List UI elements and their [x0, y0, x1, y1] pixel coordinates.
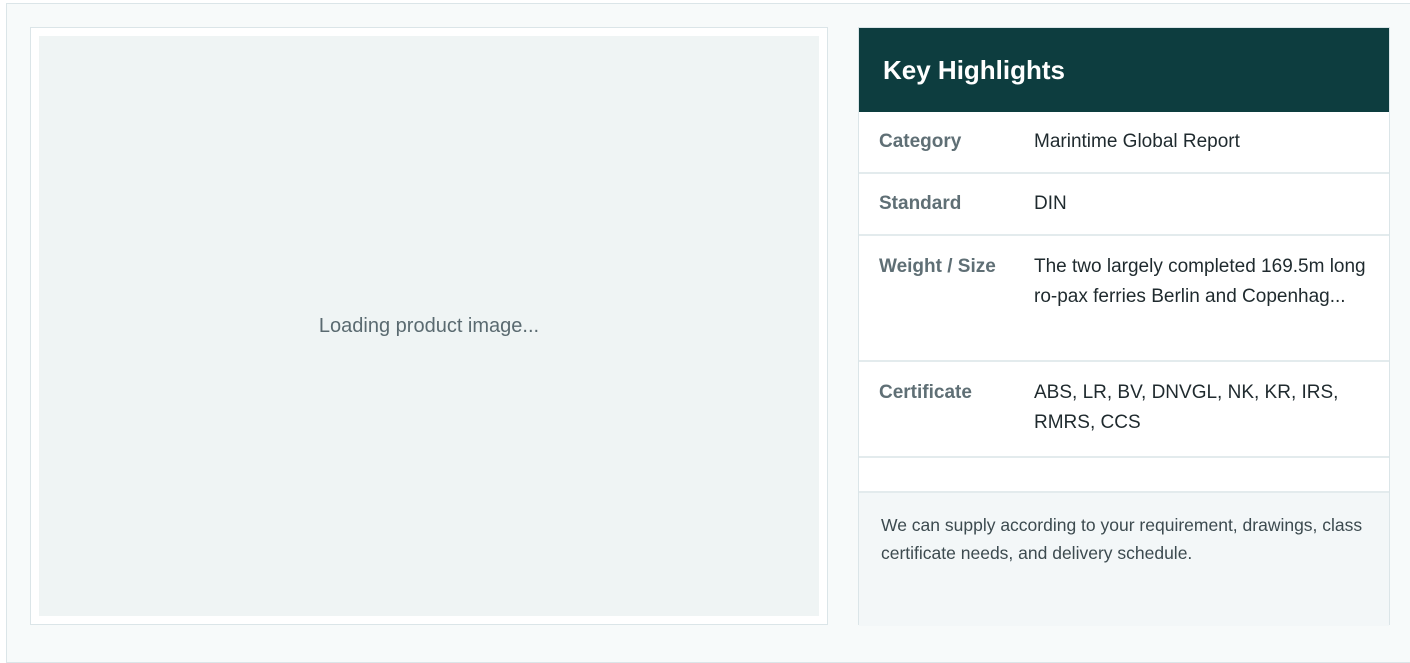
- highlights-title: Key Highlights: [883, 54, 1066, 85]
- highlight-row-weight-size: Weight / Size The two largely completed …: [859, 236, 1389, 362]
- highlight-value: ABS, LR, BV, DNVGL, NK, KR, IRS, RMRS, C…: [1034, 382, 1339, 433]
- highlight-label: Standard: [879, 193, 962, 214]
- highlight-row-empty: [859, 458, 1389, 493]
- highlight-label: Weight / Size: [879, 256, 996, 277]
- highlight-label: Category: [879, 131, 962, 152]
- highlight-row-category: Category Marintime Global Report: [859, 112, 1389, 174]
- highlight-label: Certificate: [879, 382, 972, 403]
- product-section: Loading product image... Key Highlights …: [6, 3, 1410, 663]
- product-image-panel: Loading product image...: [30, 27, 828, 625]
- highlights-header: Key Highlights: [859, 28, 1389, 112]
- supply-note: We can supply according to your requirem…: [859, 493, 1389, 626]
- highlight-value: DIN: [1034, 193, 1067, 214]
- loading-text: Loading product image...: [318, 314, 540, 337]
- highlight-row-standard: Standard DIN: [859, 174, 1389, 236]
- key-highlights-card: Key Highlights Category Marintime Global…: [858, 27, 1390, 626]
- highlight-value: Marintime Global Report: [1034, 131, 1240, 152]
- highlight-row-certificate: Certificate ABS, LR, BV, DNVGL, NK, KR, …: [859, 362, 1389, 458]
- product-image-placeholder: Loading product image...: [39, 36, 819, 616]
- highlight-value: The two largely completed 169.5m long ro…: [1034, 256, 1366, 307]
